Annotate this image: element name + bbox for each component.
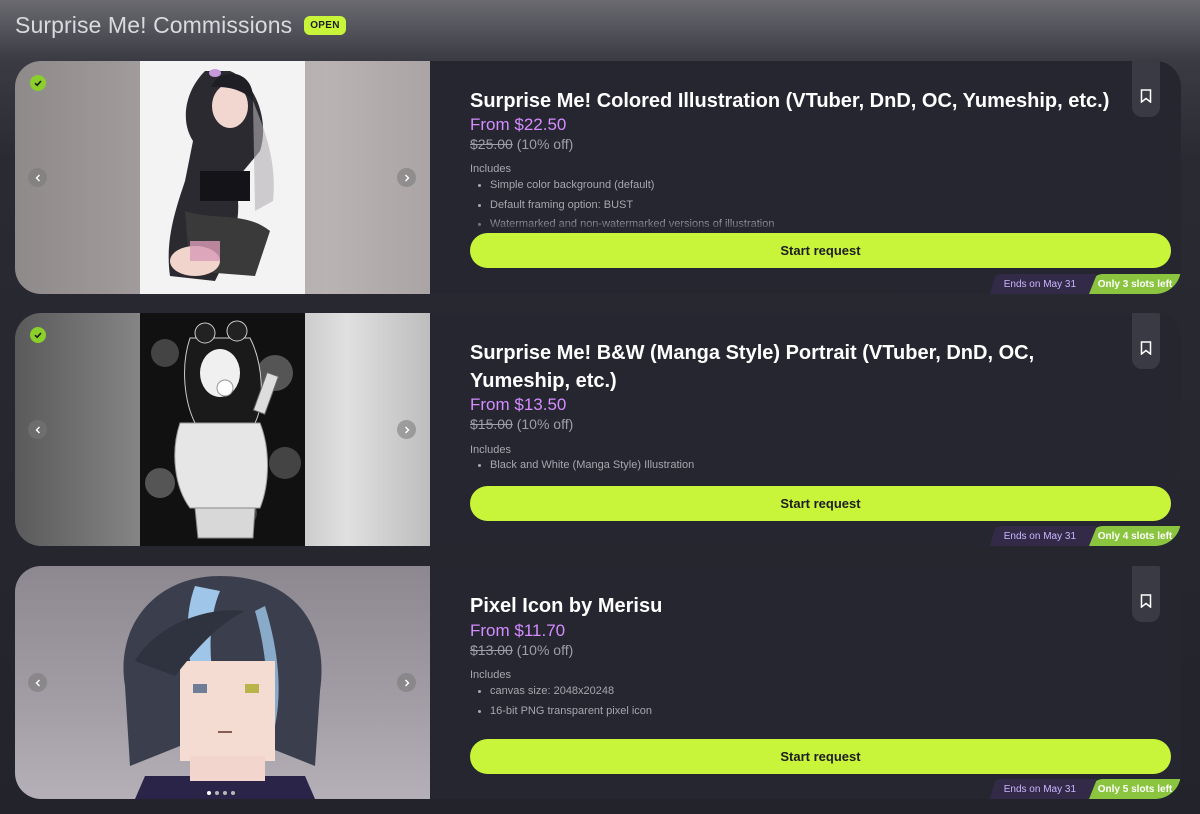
carousel-dot[interactable] [215, 791, 219, 795]
slots-left-tag: Only 3 slots left [1089, 274, 1181, 294]
chevron-left-icon[interactable] [28, 168, 47, 187]
page-title: Surprise Me! Commissions [15, 12, 293, 38]
image-carousel[interactable] [15, 61, 430, 294]
card-body: Pixel Icon by Merisu From $11.70 $13.00 … [430, 566, 1181, 799]
commission-card[interactable]: Pixel Icon by Merisu From $11.70 $13.00 … [15, 566, 1181, 799]
end-date-tag: Ends on May 31 [989, 779, 1096, 799]
bookmark-button[interactable] [1132, 313, 1160, 369]
slots-left-tag: Only 5 slots left [1089, 779, 1181, 799]
chevron-right-icon[interactable] [397, 168, 416, 187]
commission-card[interactable]: Surprise Me! B&W (Manga Style) Portrait … [15, 313, 1181, 546]
bookmark-icon [1140, 89, 1152, 103]
start-request-button[interactable]: Start request [470, 739, 1171, 774]
includes-list: canvas size: 2048x20248 16-bit PNG trans… [477, 682, 652, 722]
discount-label: (10% off) [516, 416, 574, 432]
original-price-row: $15.00 (10% off) [470, 416, 573, 432]
bookmark-icon [1140, 341, 1152, 355]
carousel-dots[interactable] [207, 791, 235, 795]
original-price: $15.00 [470, 416, 513, 432]
list-item: Black and White (Manga Style) Illustrati… [477, 456, 694, 476]
price: From $11.70 [470, 621, 566, 640]
includes-list: Black and White (Manga Style) Illustrati… [477, 456, 694, 476]
list-item: Default framing option: BUST [478, 196, 775, 216]
start-request-button[interactable]: Start request [470, 233, 1171, 268]
card-title[interactable]: Surprise Me! Colored Illustration (VTube… [470, 87, 1125, 115]
image-carousel[interactable] [15, 313, 430, 546]
page-header: Surprise Me! Commissions OPEN [15, 12, 346, 39]
includes-label: Includes [470, 163, 511, 175]
includes-label: Includes [470, 669, 511, 681]
card-title[interactable]: Surprise Me! B&W (Manga Style) Portrait … [470, 339, 1125, 395]
card-title[interactable]: Pixel Icon by Merisu [470, 592, 1125, 620]
image-carousel[interactable] [15, 566, 430, 799]
original-price: $25.00 [470, 136, 513, 152]
start-request-button[interactable]: Start request [470, 486, 1171, 521]
discount-label: (10% off) [516, 642, 574, 658]
carousel-dot[interactable] [231, 791, 235, 795]
bookmark-button[interactable] [1132, 61, 1160, 117]
verified-check-icon [30, 327, 46, 343]
carousel-dot[interactable] [223, 791, 227, 795]
original-price-row: $13.00 (10% off) [470, 642, 573, 658]
commission-card[interactable]: Surprise Me! Colored Illustration (VTube… [15, 61, 1181, 294]
original-price: $13.00 [470, 642, 513, 658]
original-price-row: $25.00 (10% off) [470, 136, 573, 152]
list-item: 16-bit PNG transparent pixel icon [477, 702, 652, 722]
price: From $13.50 [470, 395, 567, 414]
artwork-preview [140, 313, 305, 546]
verified-check-icon [30, 75, 46, 91]
chevron-right-icon[interactable] [397, 673, 416, 692]
card-body: Surprise Me! Colored Illustration (VTube… [430, 61, 1181, 294]
includes-label: Includes [470, 444, 511, 456]
discount-label: (10% off) [516, 136, 574, 152]
end-date-tag: Ends on May 31 [989, 274, 1096, 294]
price: From $22.50 [470, 115, 567, 134]
status-badge: OPEN [304, 16, 346, 35]
list-item: Simple color background (default) [478, 176, 775, 196]
list-item: canvas size: 2048x20248 [477, 682, 652, 702]
text-fade [470, 219, 1170, 233]
chevron-left-icon[interactable] [28, 673, 47, 692]
artwork-preview [123, 576, 322, 799]
slots-left-tag: Only 4 slots left [1089, 526, 1181, 546]
bookmark-button[interactable] [1132, 566, 1160, 622]
card-body: Surprise Me! B&W (Manga Style) Portrait … [430, 313, 1181, 546]
artwork-preview [140, 61, 305, 294]
bookmark-icon [1140, 594, 1152, 608]
carousel-dot[interactable] [207, 791, 211, 795]
chevron-left-icon[interactable] [28, 420, 47, 439]
end-date-tag: Ends on May 31 [989, 526, 1096, 546]
chevron-right-icon[interactable] [397, 420, 416, 439]
